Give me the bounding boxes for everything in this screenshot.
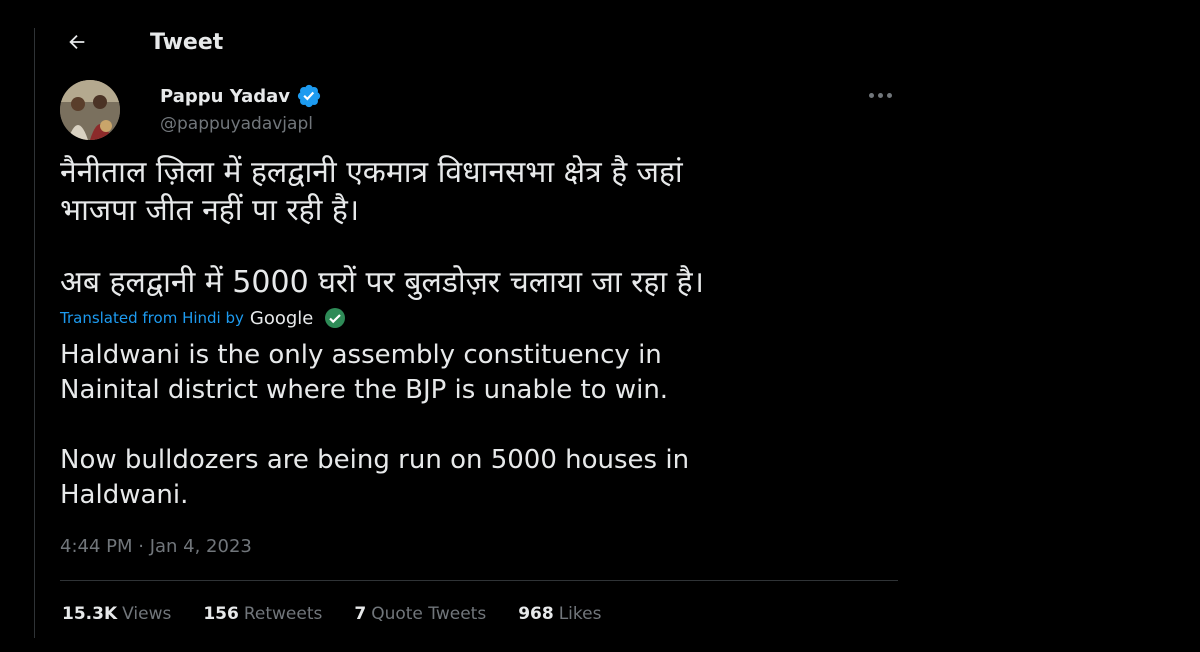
tweet-text-line: भाजपा जीत नहीं पा रही है। — [60, 193, 360, 228]
back-button[interactable] — [60, 25, 94, 59]
tweet-stats: 15.3K Views 156 Retweets 7 Quote Tweets 968… — [62, 604, 633, 624]
column-border — [34, 28, 35, 638]
views-count: 15.3K — [62, 604, 118, 624]
views-label: Views — [122, 604, 172, 624]
tweet-text-translation: Haldwani is the only assembly constituen… — [60, 338, 940, 513]
retweets-count: 156 — [203, 604, 239, 624]
divider — [60, 580, 898, 581]
quote-tweets-stat[interactable]: 7 Quote Tweets — [354, 604, 486, 624]
tweet-timestamp[interactable]: 4:44 PM · Jan 4, 2023 — [60, 536, 252, 557]
check-circle-icon — [325, 308, 346, 328]
translated-from-link[interactable]: Translated from Hindi by — [60, 309, 244, 327]
tweet-text-line: नैनीताल ज़िला में हलद्वानी एकमात्र विधान… — [60, 155, 683, 190]
author-handle[interactable]: @pappuyadavjapl — [160, 114, 322, 134]
page-title: Tweet — [150, 29, 224, 55]
quote-tweets-count: 7 — [354, 604, 367, 624]
tweet-text-original: नैनीताल ज़िला में हलद्वानी एकमात्र विधान… — [60, 154, 940, 302]
retweets-stat[interactable]: 156 Retweets — [203, 604, 322, 624]
translation-line: Haldwani is the only assembly constituen… — [60, 340, 662, 370]
arrow-left-icon — [69, 34, 85, 50]
likes-stat[interactable]: 968 Likes — [518, 604, 601, 624]
avatar[interactable] — [60, 80, 120, 140]
more-dots-icon — [868, 92, 874, 98]
likes-label: Likes — [558, 604, 602, 624]
translation-line: Nainital district where the BJP is unabl… — [60, 375, 669, 405]
translation-line: Now bulldozers are being run on 5000 hou… — [60, 445, 690, 475]
tweet-header: Tweet — [60, 22, 223, 62]
likes-count: 968 — [518, 604, 554, 624]
retweets-label: Retweets — [243, 604, 323, 624]
quote-tweets-label: Quote Tweets — [371, 604, 487, 624]
google-logo: Google — [249, 307, 314, 329]
author-name[interactable]: Pappu Yadav — [160, 86, 290, 107]
views-stat[interactable]: 15.3K Views — [62, 604, 171, 624]
verified-badge-icon — [296, 83, 322, 109]
tweet-text-line: अब हलद्वानी में 5000 घरों पर बुलडोज़र चल… — [60, 265, 704, 300]
translation-line: Haldwani. — [60, 480, 189, 510]
more-options-button[interactable] — [862, 80, 898, 110]
avatar-photo — [60, 80, 120, 140]
author-info: Pappu Yadav @pappuyadavjapl — [160, 84, 322, 134]
translation-attribution: Translated from Hindi by Google — [60, 305, 347, 331]
